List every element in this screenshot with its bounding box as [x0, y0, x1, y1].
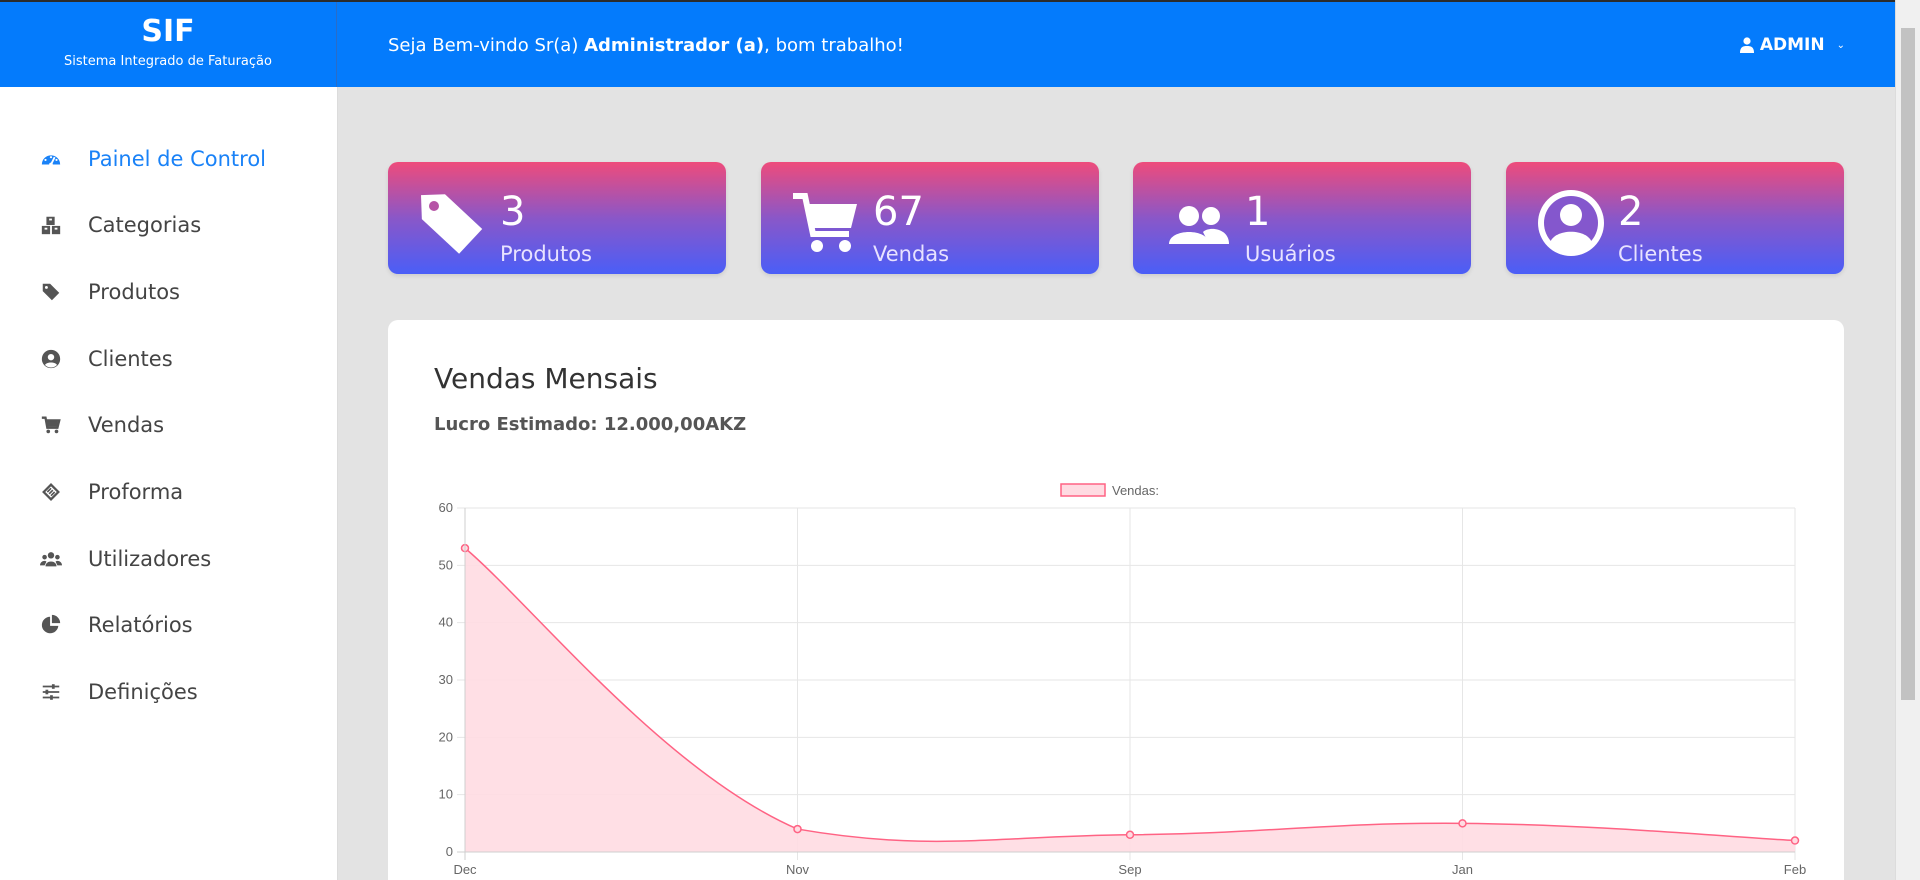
- sidebar-item-utilizadores[interactable]: Utilizadores: [38, 539, 211, 579]
- boxes-icon: [38, 212, 64, 238]
- data-point: [1790, 836, 1800, 845]
- user-circle-icon: [1538, 190, 1604, 256]
- users-icon: [1169, 206, 1229, 244]
- sidebar-item-categorias[interactable]: Categorias: [38, 205, 201, 245]
- stat-value: 2: [1618, 189, 1644, 235]
- data-point: [793, 824, 802, 834]
- y-tick-label: 10: [439, 787, 453, 802]
- sidebar-item-label: Proforma: [88, 480, 184, 504]
- cart-icon: [793, 193, 857, 252]
- x-tick-label: Jan: [1452, 862, 1473, 877]
- x-tick-label: Feb: [1784, 862, 1806, 877]
- stat-card-usuarios[interactable]: 1 Usuários: [1133, 162, 1471, 274]
- legend-swatch: [1060, 483, 1106, 497]
- user-circle-icon: [38, 346, 64, 372]
- top-navbar: SIF Sistema Integrado de Faturação Seja …: [0, 0, 1895, 87]
- sidebar-item-definicoes[interactable]: Definições: [38, 672, 198, 712]
- cart-icon: [38, 412, 64, 438]
- stat-label: Usuários: [1245, 242, 1336, 266]
- users-icon: [38, 546, 64, 572]
- tag-icon: [38, 279, 64, 305]
- stat-card-clientes[interactable]: 2 Clientes: [1506, 162, 1844, 274]
- sidebar-item-relatorios[interactable]: Relatórios: [38, 605, 193, 645]
- legend-label: Vendas:: [1112, 483, 1159, 498]
- page-scrollbar[interactable]: [1895, 0, 1920, 880]
- y-tick-label: 30: [439, 672, 453, 687]
- receipt-icon: [38, 479, 64, 505]
- user-menu[interactable]: ADMIN ⌄: [1739, 35, 1845, 55]
- stat-card-produtos[interactable]: 3 Produtos: [388, 162, 726, 274]
- sidebar-item-vendas[interactable]: Vendas: [38, 405, 164, 445]
- x-tick-label: Nov: [786, 862, 810, 877]
- sidebar-item-label: Utilizadores: [88, 547, 212, 571]
- sidebar-item-label: Categorias: [88, 213, 202, 237]
- sidebar-item-painel[interactable]: Painel de Control: [38, 139, 266, 179]
- scrollbar-thumb[interactable]: [1901, 28, 1915, 700]
- y-tick-label: 20: [439, 729, 453, 744]
- chevron-down-icon: ⌄: [1836, 39, 1845, 51]
- stat-card-vendas[interactable]: 67 Vendas: [761, 162, 1099, 274]
- data-point: [1125, 830, 1135, 840]
- brand[interactable]: SIF Sistema Integrado de Faturação: [0, 2, 337, 87]
- x-tick-label: Sep: [1118, 862, 1141, 877]
- user-icon: [1739, 37, 1754, 53]
- sidebar-item-label: Clientes: [88, 347, 173, 371]
- welcome-user: Administrador (a): [584, 35, 765, 56]
- welcome-message: Seja Bem-vindo Sr(a) Administrador (a), …: [388, 35, 904, 56]
- data-point: [1458, 819, 1467, 828]
- welcome-suffix: , bom trabalho!: [764, 35, 904, 56]
- y-tick-label: 50: [439, 557, 453, 572]
- user-menu-label: ADMIN: [1759, 35, 1825, 55]
- brand-title: SIF: [141, 14, 195, 49]
- stat-value: 1: [1245, 189, 1271, 235]
- x-tick-label: Dec: [453, 862, 477, 877]
- sidebar-item-label: Definições: [88, 680, 198, 704]
- welcome-prefix: Seja Bem-vindo Sr(a): [388, 35, 585, 56]
- sidebar-item-label: Relatórios: [88, 613, 193, 637]
- dashboard-icon: [38, 146, 64, 172]
- sidebar-item-label: Produtos: [88, 280, 180, 304]
- y-tick-label: 60: [439, 500, 453, 515]
- y-tick-label: 0: [446, 844, 453, 859]
- sidebar-item-produtos[interactable]: Produtos: [38, 272, 180, 312]
- tag-icon: [421, 194, 483, 254]
- stat-value: 67: [873, 189, 924, 235]
- stat-label: Produtos: [500, 242, 592, 266]
- sidebar-item-label: Vendas: [88, 413, 165, 437]
- y-tick-label: 40: [439, 615, 453, 630]
- sales-line-chart: 0 10 20 30 40 50 60 Dec Nov Sep Jan Feb Vendas:: [439, 483, 1807, 877]
- sidebar-item-label: Painel de Control: [88, 147, 266, 171]
- stat-label: Clientes: [1618, 242, 1703, 266]
- brand-subtitle: Sistema Integrado de Faturação: [64, 54, 272, 69]
- stat-label: Vendas: [873, 242, 950, 266]
- sidebar-item-proforma[interactable]: Proforma: [38, 472, 183, 512]
- sidebar-item-clientes[interactable]: Clientes: [38, 339, 173, 379]
- pie-chart-icon: [38, 612, 64, 638]
- sidebar: Painel de Control Categorias Produtos Cl…: [0, 87, 338, 880]
- stat-value: 3: [500, 189, 526, 235]
- sliders-icon: [38, 679, 64, 705]
- sales-chart-panel: Vendas Mensais Lucro Estimado: 12.000,00…: [388, 320, 1844, 880]
